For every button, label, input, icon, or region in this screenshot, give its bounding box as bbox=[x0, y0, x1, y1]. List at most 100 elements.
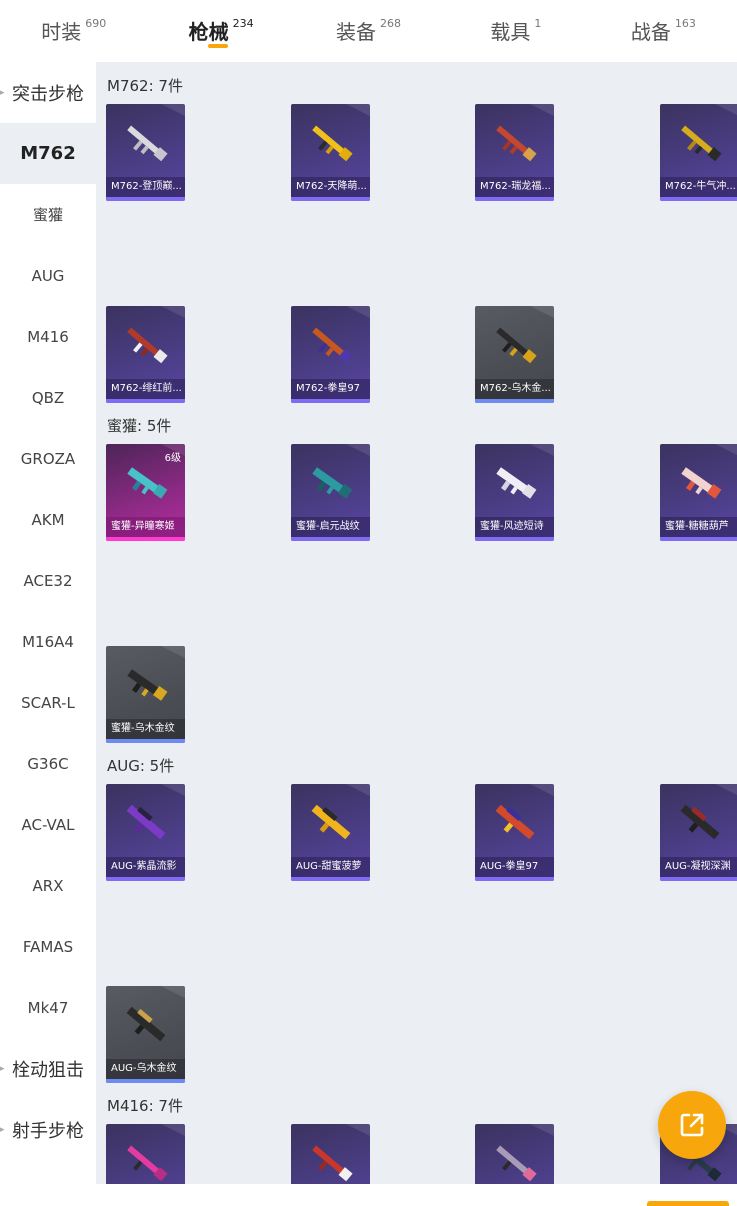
rarity-bar bbox=[660, 877, 737, 881]
skin-card[interactable]: M762-牛气冲... bbox=[660, 104, 737, 201]
tab-label: 载具 bbox=[490, 20, 531, 44]
tab-count: 234 bbox=[232, 17, 254, 30]
sidebar-item-label: AKM bbox=[31, 510, 65, 529]
sidebar-item-mk47[interactable]: Mk47 bbox=[0, 977, 96, 1038]
rifle-icon bbox=[680, 804, 720, 840]
rifle-icon bbox=[496, 467, 537, 499]
skin-name: AUG-紫晶流影 bbox=[106, 857, 185, 877]
rifle-icon bbox=[312, 467, 353, 499]
section-title-honey-badger: 蜜獾: 5件 bbox=[107, 417, 172, 435]
skin-name: M762-牛气冲... bbox=[660, 177, 737, 197]
skin-card[interactable]: 蜜獾-乌木金纹 bbox=[106, 646, 185, 743]
sidebar-item-g36c[interactable]: G36C bbox=[0, 733, 96, 794]
skin-card[interactable]: AUG-紫晶流影 bbox=[106, 784, 185, 881]
skin-card[interactable]: AUG-拳皇97 bbox=[475, 784, 554, 881]
rarity-bar bbox=[660, 197, 737, 201]
rarity-bar bbox=[475, 399, 554, 403]
active-tab-indicator bbox=[208, 44, 229, 48]
rarity-bar bbox=[291, 197, 370, 201]
sidebar-item-aug[interactable]: AUG bbox=[0, 245, 96, 306]
rifle-icon bbox=[312, 1145, 353, 1182]
caret-icon: ▸ bbox=[0, 1124, 5, 1135]
sidebar-item-ac-val[interactable]: AC-VAL bbox=[0, 794, 96, 855]
skin-card[interactable]: 蜜獾-启元战纹 bbox=[291, 444, 370, 541]
skin-card[interactable]: AUG-甜蜜菠萝 bbox=[291, 784, 370, 881]
skin-card[interactable]: 蜜獾-风迹短诗 bbox=[475, 444, 554, 541]
skin-card[interactable] bbox=[291, 1124, 370, 1184]
tab-count: 268 bbox=[380, 17, 402, 30]
bottom-bar bbox=[0, 1184, 737, 1206]
sidebar-item-label: 突击步枪 bbox=[12, 83, 84, 105]
sidebar-item-label: G36C bbox=[27, 754, 69, 773]
rarity-bar bbox=[291, 877, 370, 881]
skin-card[interactable]: M762-拳皇97 bbox=[291, 306, 370, 403]
skin-card[interactable]: M762-登顶巅... bbox=[106, 104, 185, 201]
sidebar-item-m762[interactable]: M762 bbox=[0, 123, 96, 184]
skin-name: AUG-拳皇97 bbox=[475, 857, 554, 877]
tab-label: 战备 bbox=[630, 20, 671, 44]
skin-card[interactable]: M762-天降萌... bbox=[291, 104, 370, 201]
sidebar-item-scar-l[interactable]: SCAR-L bbox=[0, 672, 96, 733]
sidebar-category-marksman-rifle[interactable]: ▸ 射手步枪 bbox=[0, 1099, 96, 1160]
rifle-icon bbox=[496, 1145, 537, 1182]
sidebar-item-honey-badger[interactable]: 蜜獾 bbox=[0, 184, 96, 245]
sidebar-item-label: M762 bbox=[20, 143, 76, 164]
sidebar-item-label: GROZA bbox=[20, 449, 76, 468]
caret-icon: ▸ bbox=[0, 1063, 5, 1074]
skin-name: M762-拳皇97 bbox=[291, 379, 370, 399]
skin-card[interactable]: 蜜獾-糖糖葫芦 bbox=[660, 444, 737, 541]
section-title-aug: AUG: 5件 bbox=[107, 757, 175, 775]
rarity-bar bbox=[660, 537, 737, 541]
sidebar-item-groza[interactable]: GROZA bbox=[0, 428, 96, 489]
section-title-m762: M762: 7件 bbox=[107, 77, 183, 95]
sidebar-item-label: SCAR-L bbox=[21, 693, 75, 712]
skin-card[interactable] bbox=[475, 1124, 554, 1184]
sidebar-item-m16a4[interactable]: M16A4 bbox=[0, 611, 96, 672]
rifle-icon bbox=[126, 804, 166, 840]
tab-count: 1 bbox=[534, 17, 542, 30]
rarity-bar bbox=[106, 1079, 185, 1083]
skin-list: M762: 7件 M762-登顶巅... M762-天降萌... M762-瑞龙… bbox=[96, 62, 737, 1184]
skin-name: M762-绯红前... bbox=[106, 379, 185, 399]
rarity-bar bbox=[475, 197, 554, 201]
tab-vehicles[interactable]: 载具 1 bbox=[442, 0, 589, 62]
rifle-icon bbox=[312, 327, 353, 364]
sidebar-item-arx[interactable]: ARX bbox=[0, 855, 96, 916]
sidebar-category-assault-rifle[interactable]: ▸ 突击步枪 bbox=[0, 62, 96, 123]
sidebar-category-bolt-sniper[interactable]: ▸ 栓动狙击 bbox=[0, 1038, 96, 1099]
skin-card[interactable]: M762-绯红前... bbox=[106, 306, 185, 403]
category-tabbar: 时装 690 枪械 234 装备 268 载具 1 战备 163 bbox=[0, 0, 737, 62]
tab-label: 时装 bbox=[41, 20, 82, 44]
sidebar-item-qbz[interactable]: QBZ bbox=[0, 367, 96, 428]
rifle-icon bbox=[681, 467, 722, 499]
skin-card[interactable]: M762-乌木金... bbox=[475, 306, 554, 403]
tab-label: 枪械 bbox=[188, 20, 229, 44]
skin-card[interactable]: AUG-凝视深渊 bbox=[660, 784, 737, 881]
bottom-indicator bbox=[647, 1201, 729, 1206]
skin-card[interactable]: AUG-乌木金纹 bbox=[106, 986, 185, 1083]
sidebar-item-ace32[interactable]: ACE32 bbox=[0, 550, 96, 611]
sidebar-item-akm[interactable]: AKM bbox=[0, 489, 96, 550]
rifle-icon bbox=[312, 125, 353, 162]
sidebar-item-famas[interactable]: FAMAS bbox=[0, 916, 96, 977]
tab-equipment[interactable]: 装备 268 bbox=[295, 0, 442, 62]
skin-card[interactable]: M762-瑞龙福... bbox=[475, 104, 554, 201]
skin-name: M762-登顶巅... bbox=[106, 177, 185, 197]
skin-name: AUG-乌木金纹 bbox=[106, 1059, 185, 1079]
skin-card[interactable]: 6级 蜜獾-异瞳寒姬 bbox=[106, 444, 185, 541]
share-button[interactable] bbox=[658, 1091, 726, 1159]
rifle-icon bbox=[127, 669, 168, 701]
tab-fashion[interactable]: 时装 690 bbox=[0, 0, 147, 62]
sidebar-item-m416[interactable]: M416 bbox=[0, 306, 96, 367]
rifle-icon bbox=[126, 1006, 166, 1042]
section-title-m416: M416: 7件 bbox=[107, 1097, 183, 1115]
skin-name: AUG-甜蜜菠萝 bbox=[291, 857, 370, 877]
rarity-bar bbox=[291, 537, 370, 541]
rifle-icon bbox=[127, 327, 168, 364]
rarity-bar bbox=[106, 537, 185, 541]
tab-label: 装备 bbox=[336, 20, 377, 44]
tab-firearms[interactable]: 枪械 234 bbox=[147, 0, 294, 62]
weapon-sidebar: ▸ 突击步枪 M762 蜜獾 AUG M416 QBZ GROZA AKM ACE… bbox=[0, 62, 96, 1184]
skin-card[interactable] bbox=[106, 1124, 185, 1184]
tab-battle-gear[interactable]: 战备 163 bbox=[590, 0, 737, 62]
